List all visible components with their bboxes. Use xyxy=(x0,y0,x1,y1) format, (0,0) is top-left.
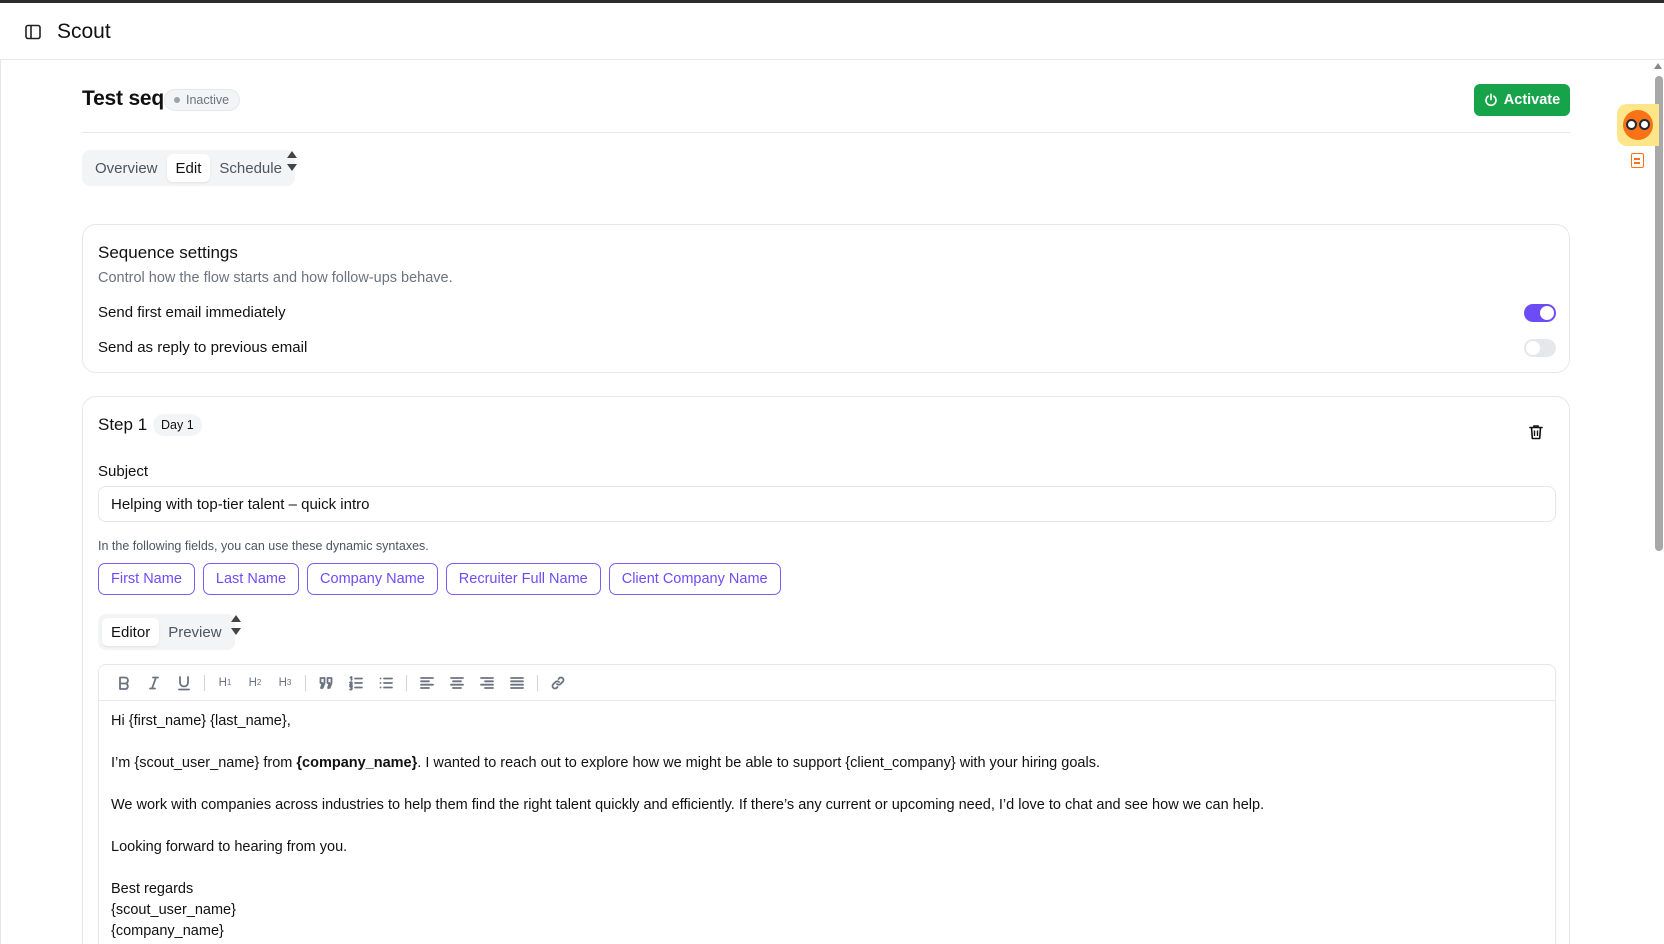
step-title: Step 1 xyxy=(98,415,148,434)
status-badge: Inactive xyxy=(164,89,241,111)
quote-icon[interactable] xyxy=(311,668,341,698)
align-justify-icon[interactable] xyxy=(502,668,532,698)
trash-icon[interactable] xyxy=(1527,423,1545,441)
italic-icon[interactable] xyxy=(139,668,169,698)
setting-label-send-as-reply: Send as reply to previous email xyxy=(98,339,308,356)
scroll-up-arrow-icon[interactable] xyxy=(287,151,297,158)
sidebar-toggle-icon[interactable] xyxy=(24,23,42,41)
sequence-settings-card: Sequence settings Control how the flow s… xyxy=(82,224,1570,373)
chip-company-name[interactable]: Company Name xyxy=(307,563,438,595)
day-badge: Day 1 xyxy=(153,414,202,436)
toolbar-separator xyxy=(537,674,538,691)
formatting-toolbar: H1 H2 H3 xyxy=(99,665,1555,701)
heading-1-icon[interactable]: H1 xyxy=(210,668,240,698)
body-signature-company: {company_name} xyxy=(111,923,224,939)
owl-icon xyxy=(1623,110,1653,140)
body-signoff: Best regards xyxy=(111,881,194,897)
settings-description: Control how the flow starts and how foll… xyxy=(98,270,453,286)
editor-tabs: Editor Preview xyxy=(98,614,235,650)
body-greeting: Hi {first_name} {last_name}, xyxy=(111,713,291,729)
activate-label: Activate xyxy=(1503,92,1561,108)
tab-preview[interactable]: Preview xyxy=(159,618,230,646)
scroll-up-arrow-icon[interactable] xyxy=(231,615,241,622)
toolbar-separator xyxy=(305,674,306,691)
chip-client-company-name[interactable]: Client Company Name xyxy=(608,563,781,595)
editor-tabs-scroll-control[interactable] xyxy=(231,615,241,635)
tabs-scroll-control[interactable] xyxy=(287,151,297,171)
scrollbar-thumb[interactable] xyxy=(1655,76,1663,551)
tab-edit[interactable]: Edit xyxy=(166,154,211,182)
bullet-list-icon[interactable] xyxy=(371,668,401,698)
toggle-knob xyxy=(1540,306,1554,320)
app-header: Scout xyxy=(0,3,1664,60)
scroll-down-arrow-icon[interactable] xyxy=(231,628,241,635)
page-tabs: Overview Edit Schedule xyxy=(82,150,295,186)
subject-input[interactable] xyxy=(98,486,1556,522)
toolbar-separator xyxy=(204,674,205,691)
toggle-knob xyxy=(1526,341,1540,355)
toggle-send-immediately[interactable] xyxy=(1524,304,1556,322)
power-icon xyxy=(1485,93,1497,107)
variable-chips: First Name Last Name Company Name Recrui… xyxy=(98,563,781,595)
chip-first-name[interactable]: First Name xyxy=(98,563,195,595)
align-left-icon[interactable] xyxy=(412,668,442,698)
status-text: Inactive xyxy=(186,93,230,107)
toggle-send-as-reply[interactable] xyxy=(1524,339,1556,357)
notes-icon[interactable] xyxy=(1631,153,1644,168)
app-title: Scout xyxy=(57,20,111,43)
tab-schedule[interactable]: Schedule xyxy=(210,154,291,182)
tab-overview[interactable]: Overview xyxy=(86,154,167,182)
settings-title: Sequence settings xyxy=(98,243,238,262)
heading-2-icon[interactable]: H2 xyxy=(240,668,270,698)
scroll-down-arrow-icon[interactable] xyxy=(287,164,297,171)
toolbar-separator xyxy=(406,674,407,691)
align-right-icon[interactable] xyxy=(472,668,502,698)
heading-3-icon[interactable]: H3 xyxy=(270,668,300,698)
dynamic-syntax-hint: In the following fields, you can use the… xyxy=(98,539,429,553)
scrollbar-up-arrow-icon[interactable] xyxy=(1654,63,1662,69)
tab-editor[interactable]: Editor xyxy=(102,618,160,646)
email-body-content[interactable]: Hi {first_name} {last_name}, I’m {scout_… xyxy=(99,701,1555,944)
page-title: Test seq xyxy=(82,87,165,110)
body-paragraph-2: We work with companies across industries… xyxy=(111,797,1265,813)
bold-icon[interactable] xyxy=(109,668,139,698)
body-signature-name: {scout_user_name} xyxy=(111,902,236,918)
status-dot-icon xyxy=(174,97,180,103)
body-intro: I’m {scout_user_name} from {company_name… xyxy=(111,755,1100,771)
body-paragraph-3: Looking forward to hearing from you. xyxy=(111,839,348,855)
activate-button[interactable]: Activate xyxy=(1474,84,1570,116)
title-divider xyxy=(82,132,1570,133)
assistant-launcher[interactable] xyxy=(1617,104,1659,146)
subject-label: Subject xyxy=(98,463,149,480)
ordered-list-icon[interactable] xyxy=(341,668,371,698)
underline-icon[interactable] xyxy=(169,668,199,698)
chip-last-name[interactable]: Last Name xyxy=(202,563,300,595)
setting-label-send-immediately: Send first email immediately xyxy=(98,304,286,321)
chip-recruiter-full-name[interactable]: Recruiter Full Name xyxy=(445,563,601,595)
link-icon[interactable] xyxy=(543,668,573,698)
email-body-editor: H1 H2 H3 Hi {first_name} {last_name}, I’… xyxy=(98,664,1556,944)
step-card: Step 1 Day 1 Subject In the following fi… xyxy=(82,396,1570,944)
align-center-icon[interactable] xyxy=(442,668,472,698)
sidebar-divider xyxy=(0,60,1,944)
